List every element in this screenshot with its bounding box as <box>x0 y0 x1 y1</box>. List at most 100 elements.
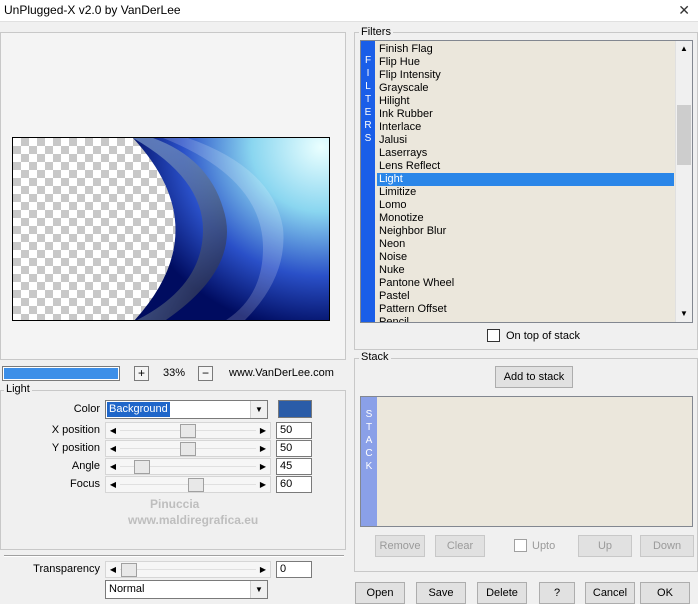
side-letter: I <box>366 68 370 79</box>
list-item[interactable]: Limitize <box>377 186 674 199</box>
list-item[interactable]: Pastel <box>377 290 674 303</box>
side-letter: K <box>365 461 373 472</box>
slider-value[interactable]: 60 <box>276 476 312 493</box>
chevron-down-icon[interactable]: ▼ <box>250 401 267 418</box>
list-item[interactable]: Lens Reflect <box>377 160 674 173</box>
side-letter: T <box>364 94 372 105</box>
footer-button-cancel[interactable]: Cancel <box>585 582 635 604</box>
list-item[interactable]: Nuke <box>377 264 674 277</box>
stack-title: Stack <box>359 351 391 363</box>
slider-value[interactable]: 45 <box>276 458 312 475</box>
slider-y-position[interactable]: ◀ ▶ <box>105 440 271 457</box>
filter-list[interactable]: FILTERS Finish Flag Flip Hue Flip Intensit… <box>360 40 693 323</box>
list-item[interactable]: Grayscale <box>377 82 674 95</box>
scroll-thumb[interactable] <box>677 105 691 165</box>
arrow-right-icon[interactable]: ▶ <box>256 477 270 492</box>
list-item[interactable]: Hilight <box>377 95 674 108</box>
transparency-slider[interactable]: ◀ ▶ <box>105 561 271 578</box>
website-link[interactable]: www.VanDerLee.com <box>229 367 334 379</box>
upto-checkbox[interactable] <box>514 539 527 552</box>
list-item[interactable]: Light <box>377 173 674 186</box>
side-letter: T <box>365 422 373 433</box>
slider-angle[interactable]: ◀ ▶ <box>105 458 271 475</box>
filters-title: Filters <box>359 26 393 38</box>
clear-button[interactable]: Clear <box>435 535 485 557</box>
list-item[interactable]: Jalusi <box>377 134 674 147</box>
zoom-in-button[interactable]: + <box>134 366 149 381</box>
arrow-left-icon[interactable]: ◀ <box>106 562 120 577</box>
list-item[interactable]: Neon <box>377 238 674 251</box>
footer-button-ok[interactable]: OK <box>640 582 690 604</box>
list-item[interactable]: Lomo <box>377 199 674 212</box>
footer-button-delete[interactable]: Delete <box>477 582 527 604</box>
up-button[interactable]: Up <box>578 535 632 557</box>
window-title: UnPlugged-X v2.0 by VanDerLee <box>4 3 181 17</box>
title-bar: UnPlugged-X v2.0 by VanDerLee ✕ <box>0 0 698 22</box>
slider-value[interactable]: 50 <box>276 422 312 439</box>
color-select-value: Background <box>107 402 170 417</box>
arrow-right-icon[interactable]: ▶ <box>256 423 270 438</box>
transparency-value[interactable]: 0 <box>276 561 312 578</box>
list-item[interactable]: Pantone Wheel <box>377 277 674 290</box>
list-item[interactable]: Pencil <box>377 316 674 322</box>
add-to-stack-button[interactable]: Add to stack <box>495 366 573 388</box>
list-item[interactable]: Ink Rubber <box>377 108 674 121</box>
blend-mode-select[interactable]: Normal ▼ <box>105 580 268 599</box>
list-item[interactable]: Pattern Offset <box>377 303 674 316</box>
slider-label: Y position <box>51 442 100 454</box>
side-letter: A <box>365 435 373 446</box>
slider-focus[interactable]: ◀ ▶ <box>105 476 271 493</box>
slider-label: X position <box>51 424 100 436</box>
filter-scrollbar[interactable]: ▲ ▼ <box>675 41 692 322</box>
chevron-down-icon[interactable]: ▼ <box>250 581 267 598</box>
zoom-out-button[interactable]: − <box>198 366 213 381</box>
filter-items: Finish Flag Flip Hue Flip Intensity Graysca… <box>377 43 674 322</box>
arrow-left-icon[interactable]: ◀ <box>106 441 120 456</box>
scroll-down-icon[interactable]: ▼ <box>676 306 692 322</box>
footer-button-save[interactable]: Save <box>416 582 466 604</box>
color-swatch[interactable] <box>278 400 312 418</box>
arrow-left-icon[interactable]: ◀ <box>106 423 120 438</box>
list-item[interactable]: Interlace <box>377 121 674 134</box>
slider-label: Focus <box>70 478 100 490</box>
arrow-right-icon[interactable]: ▶ <box>256 562 270 577</box>
arrow-left-icon[interactable]: ◀ <box>106 459 120 474</box>
side-letter: S <box>364 133 372 144</box>
side-letter: S <box>365 409 373 420</box>
light-group-title: Light <box>4 383 32 395</box>
scroll-up-icon[interactable]: ▲ <box>676 41 692 57</box>
transparency-label: Transparency <box>33 563 100 575</box>
stack-list[interactable]: STACK <box>360 396 693 527</box>
slider-thumb[interactable] <box>134 460 150 474</box>
slider-thumb[interactable] <box>121 563 137 577</box>
list-item[interactable]: Noise <box>377 251 674 264</box>
arrow-left-icon[interactable]: ◀ <box>106 477 120 492</box>
side-letter: F <box>364 55 372 66</box>
arrow-right-icon[interactable]: ▶ <box>256 459 270 474</box>
remove-button[interactable]: Remove <box>375 535 425 557</box>
list-item[interactable]: Flip Hue <box>377 56 674 69</box>
slider-thumb[interactable] <box>180 442 196 456</box>
on-top-checkbox[interactable] <box>487 329 500 342</box>
list-item[interactable]: Neighbor Blur <box>377 225 674 238</box>
arrow-right-icon[interactable]: ▶ <box>256 441 270 456</box>
footer-button-help[interactable]: ? <box>539 582 575 604</box>
slider-x-position[interactable]: ◀ ▶ <box>105 422 271 439</box>
down-button[interactable]: Down <box>640 535 694 557</box>
list-item[interactable]: Flip Intensity <box>377 69 674 82</box>
color-select[interactable]: Background ▼ <box>105 400 268 419</box>
side-letter: E <box>364 107 372 118</box>
slider-label: Angle <box>71 460 100 472</box>
on-top-label: On top of stack <box>506 330 580 342</box>
close-icon[interactable]: ✕ <box>678 2 690 19</box>
list-item[interactable]: Finish Flag <box>377 43 674 56</box>
separator <box>4 555 344 557</box>
slider-thumb[interactable] <box>188 478 204 492</box>
watermark-url: www.maldiregrafica.eu <box>128 513 259 527</box>
slider-value[interactable]: 50 <box>276 440 312 457</box>
list-item[interactable]: Monotize <box>377 212 674 225</box>
slider-thumb[interactable] <box>180 424 196 438</box>
list-item[interactable]: Laserrays <box>377 147 674 160</box>
preview-image[interactable] <box>12 137 330 321</box>
footer-button-open[interactable]: Open <box>355 582 405 604</box>
